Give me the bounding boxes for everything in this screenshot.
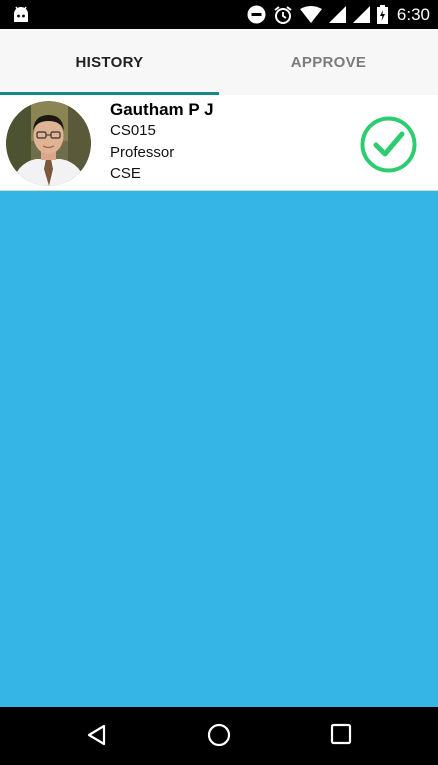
battery-icon	[376, 5, 388, 24]
employee-designation: Professor	[110, 143, 175, 161]
signal-icon	[352, 6, 370, 23]
approved-check-icon	[360, 116, 417, 173]
tab-history[interactable]: HISTORY	[0, 29, 219, 95]
status-bar: 6:30	[0, 0, 438, 29]
status-icons: 6:30	[240, 0, 430, 29]
tab-bar: HISTORY APPROVE	[0, 29, 438, 95]
tab-approve[interactable]: APPROVE	[219, 29, 438, 95]
status-time: 6:30	[396, 4, 430, 24]
employee-id: CS015	[110, 122, 156, 139]
do-not-disturb-icon	[247, 5, 266, 24]
employee-department: CSE	[110, 165, 141, 182]
home-icon[interactable]	[207, 723, 231, 752]
signal-icon	[328, 6, 346, 23]
employee-info: Gautham P J CS015 Professor CSE	[110, 99, 214, 185]
recents-icon[interactable]	[330, 723, 352, 750]
alarm-icon	[273, 5, 293, 25]
navigation-bar	[0, 707, 438, 765]
tab-history-label: HISTORY	[75, 53, 144, 71]
tab-approve-label: APPROVE	[290, 53, 367, 71]
back-icon[interactable]	[85, 723, 109, 752]
android-icon	[12, 6, 30, 28]
wifi-icon	[299, 6, 322, 23]
employee-name: Gautham P J	[110, 100, 214, 119]
avatar	[6, 101, 91, 186]
